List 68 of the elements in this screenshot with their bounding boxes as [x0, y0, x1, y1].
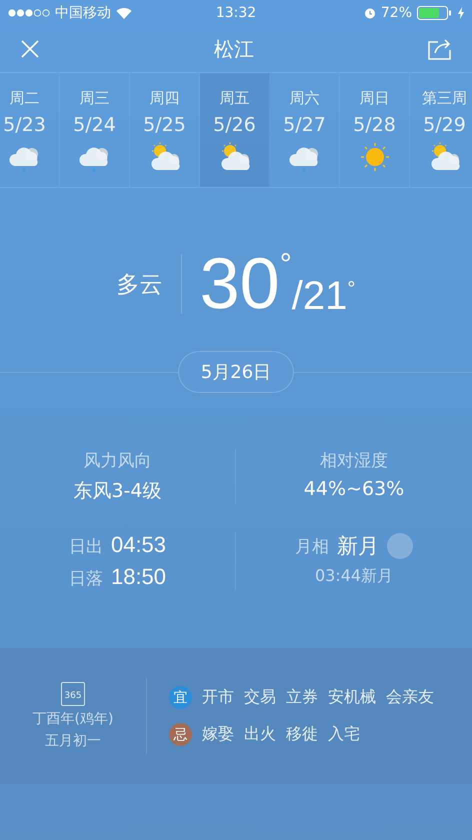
day-weekday: 第三周 [422, 89, 467, 108]
share-icon[interactable] [428, 38, 452, 60]
day-weekday: 周四 [150, 89, 180, 108]
day-forecast[interactable]: 第三周 5/29 [410, 73, 472, 187]
day-date: 5/26 [213, 114, 256, 136]
almanac-item: 立券 [286, 687, 318, 708]
almanac-item: 交易 [244, 687, 276, 708]
detail-value: 东风3-4级 [73, 479, 162, 504]
almanac-tag: 忌 [169, 723, 192, 746]
day-weekday: 周六 [290, 89, 320, 108]
sun-label: 日落 [68, 568, 103, 590]
degree-sign: ° [280, 248, 292, 281]
moon-phase: 新月 [337, 533, 379, 560]
high-temperature: 30 [200, 248, 280, 320]
carrier-name: 中国移动 [55, 4, 111, 22]
day-weekday: 周二 [10, 89, 40, 108]
day-forecast[interactable]: 周六 5/27 [270, 73, 340, 187]
almanac-item: 出火 [244, 724, 276, 745]
close-icon[interactable] [20, 39, 40, 59]
sun-cloud-icon [428, 142, 460, 172]
almanac-item: 会亲友 [386, 687, 434, 708]
sun-cloud-icon [148, 142, 180, 172]
day-forecast[interactable]: 周日 5/28 [340, 73, 410, 187]
calendar-icon: 365 [61, 682, 85, 706]
day-weekday: 周五 [220, 89, 250, 108]
low-temperature: /21 [292, 276, 348, 316]
lunar-year: 丁酉年(鸡年) [32, 710, 114, 728]
day-forecast[interactable]: 周三 5/24 [60, 73, 130, 187]
lunar-date: 五月初一 [45, 732, 101, 750]
city-title: 松江 [214, 36, 254, 62]
detail-label: 相对湿度 [320, 450, 388, 472]
almanac-item: 嫁娶 [202, 724, 234, 745]
battery-icon [417, 6, 453, 20]
almanac-item: 入宅 [328, 724, 360, 745]
wifi-icon [116, 7, 132, 19]
charging-icon [458, 7, 464, 19]
day-date: 5/27 [283, 114, 326, 136]
sun-time: 04:53 [110, 532, 166, 558]
degree-sign: ° [347, 278, 356, 301]
sun-icon [360, 142, 390, 172]
day-weekday: 周三 [80, 89, 110, 108]
day-forecast[interactable]: 周二 5/23 [0, 73, 60, 187]
almanac-tag: 宜 [169, 686, 192, 709]
alarm-icon [364, 7, 376, 19]
detail-value: 44%~63% [304, 478, 404, 500]
sun-label: 日出 [68, 536, 103, 558]
moon-icon [387, 533, 413, 559]
moon-note: 03:44新月 [314, 566, 394, 587]
day-forecast[interactable]: 周四 5/25 [130, 73, 200, 187]
day-weekday: 周日 [360, 89, 390, 108]
sun-cloud-icon [218, 142, 250, 172]
almanac-item: 移徙 [286, 724, 318, 745]
weather-condition: 多云 [116, 254, 182, 314]
day-forecast[interactable]: 周五 5/26 [200, 73, 270, 187]
signal-icon [8, 9, 50, 17]
day-date: 5/24 [73, 114, 116, 136]
almanac-item: 开市 [202, 687, 234, 708]
day-date: 5/28 [353, 114, 396, 136]
moon-label: 月相 [295, 536, 329, 558]
battery-percent: 72% [380, 5, 412, 21]
date-pill: 5月26日 [178, 351, 294, 393]
day-date: 5/29 [423, 114, 466, 136]
almanac-item: 安机械 [328, 687, 376, 708]
sun-time: 18:50 [110, 564, 166, 590]
day-date: 5/25 [143, 114, 186, 136]
day-date: 5/23 [3, 114, 46, 136]
detail-label: 风力风向 [84, 450, 152, 472]
status-time: 13:32 [216, 5, 256, 21]
